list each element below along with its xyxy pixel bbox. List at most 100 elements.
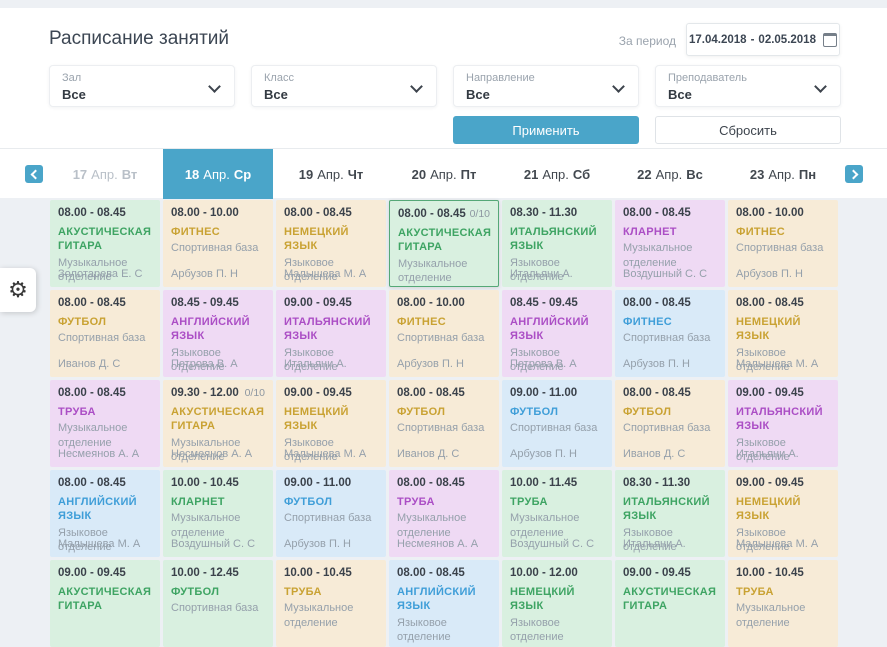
lesson-card[interactable]: 10.00 - 10.45КЛАРНЕТМузыкальное отделени… (163, 470, 273, 557)
lesson-card[interactable]: 08.00 - 08.45АКУСТИЧЕСКАЯ ГИТАРАМузыкаль… (50, 200, 160, 287)
lesson-card[interactable]: 08.00 - 10.00ФИТНЕССпортивная базаАрбузо… (163, 200, 273, 287)
lesson-time-row: 08.00 - 08.45 (58, 207, 152, 219)
lesson-teacher: Арбузов П. Н (397, 358, 464, 370)
lesson-time-row: 08.00 - 08.45 (397, 477, 491, 489)
lesson-card[interactable]: 09.30 - 12.000/10АКУСТИЧЕСКАЯ ГИТАРАМузы… (163, 380, 273, 467)
lesson-subject: КЛАРНЕТ (623, 225, 717, 239)
lesson-time: 09.00 - 09.45 (736, 477, 804, 489)
lesson-card[interactable]: 08.00 - 10.00ФИТНЕССпортивная базаАрбузо… (728, 200, 838, 287)
date-to: 02.05.2018 (758, 34, 816, 46)
lesson-card[interactable]: 08.00 - 08.45ФУТБОЛСпортивная базаИванов… (50, 290, 160, 377)
lesson-location: Спортивная база (171, 601, 265, 615)
lesson-card[interactable]: 08.45 - 09.45АНГЛИЙСКИЙ ЯЗЫКЯзыковое отд… (502, 290, 612, 377)
day-date: 23 (750, 167, 764, 182)
lesson-card[interactable]: 08.00 - 08.45ТРУБАМузыкальное отделениеН… (50, 380, 160, 467)
lesson-subject: АНГЛИЙСКИЙ ЯЗЫК (397, 585, 491, 614)
settings-button[interactable]: ⚙ (0, 268, 36, 312)
day-tab-19[interactable]: 19Апр.Чт (276, 149, 386, 199)
gear-icon: ⚙ (8, 279, 28, 301)
lesson-time: 10.00 - 11.45 (510, 477, 577, 489)
lesson-time: 09.00 - 09.45 (284, 297, 352, 309)
lesson-time: 10.00 - 10.45 (171, 477, 239, 489)
lesson-teacher: Малышева М. А (736, 358, 818, 370)
lesson-card[interactable]: 09.00 - 09.45ИТАЛЬЯНСКИЙ ЯЗЫКЯзыковое от… (276, 290, 386, 377)
lesson-card[interactable]: 08.00 - 08.450/10АКУСТИЧЕСКАЯ ГИТАРАМузы… (389, 200, 499, 287)
lesson-subject: АКУСТИЧЕСКАЯ ГИТАРА (623, 585, 717, 614)
schedule-grid: 08.00 - 08.45АКУСТИЧЕСКАЯ ГИТАРАМузыкаль… (50, 200, 838, 647)
lesson-card[interactable]: 08.30 - 11.30ИТАЛЬЯНСКИЙ ЯЗЫКЯзыковое от… (502, 200, 612, 287)
reset-button[interactable]: Сбросить (655, 116, 841, 144)
day-tab-17[interactable]: 17Апр.Вт (50, 149, 160, 199)
filter-3[interactable]: НаправлениеВсе (453, 65, 639, 107)
lesson-teacher: Иванов Д. С (623, 448, 685, 460)
lesson-subject: ТРУБА (736, 585, 830, 599)
day-month: Апр. (430, 167, 457, 182)
day-month: Апр. (203, 167, 230, 182)
lesson-card[interactable]: 09.00 - 09.45НЕМЕЦКИЙ ЯЗЫКЯзыковое отдел… (728, 470, 838, 557)
lesson-subject: ИТАЛЬЯНСКИЙ ЯЗЫК (284, 315, 378, 344)
lesson-time: 09.00 - 11.00 (510, 387, 577, 399)
apply-button[interactable]: Применить (453, 116, 639, 144)
lesson-location: Спортивная база (58, 331, 152, 345)
day-weekday: Сб (573, 167, 590, 182)
lesson-card[interactable]: 08.45 - 09.45АНГЛИЙСКИЙ ЯЗЫКЯзыковое отд… (163, 290, 273, 377)
calendar-icon (823, 33, 837, 47)
lesson-card[interactable]: 10.00 - 10.45ТРУБАМузыкальное отделение (276, 560, 386, 647)
lesson-subject: АКУСТИЧЕСКАЯ ГИТАРА (58, 585, 152, 614)
lesson-location: Языковое отделение (397, 616, 491, 645)
lesson-card[interactable]: 09.00 - 11.00ФУТБОЛСпортивная базаАрбузо… (276, 470, 386, 557)
lesson-card[interactable]: 09.00 - 09.45АКУСТИЧЕСКАЯ ГИТАРА (615, 560, 725, 647)
filter-1[interactable]: ЗалВсе (49, 65, 235, 107)
lesson-card[interactable]: 08.00 - 08.45НЕМЕЦКИЙ ЯЗЫКЯзыковое отдел… (276, 200, 386, 287)
lesson-time-row: 09.00 - 09.45 (284, 387, 378, 399)
lesson-subject: ФИТНЕС (397, 315, 491, 329)
next-day-button[interactable] (845, 165, 863, 183)
lesson-time: 08.45 - 09.45 (171, 297, 239, 309)
lesson-time-row: 09.00 - 09.45 (58, 567, 152, 579)
lesson-teacher: Малышева М. А (736, 538, 818, 550)
lesson-time: 08.00 - 08.45 (58, 297, 126, 309)
prev-day-button[interactable] (25, 165, 43, 183)
capacity-badge: 0/10 (470, 208, 490, 220)
day-month: Апр. (656, 167, 683, 182)
lesson-card[interactable]: 09.00 - 09.45ИТАЛЬЯНСКИЙ ЯЗЫКЯзыковое от… (728, 380, 838, 467)
filter-label: Зал (62, 72, 222, 85)
date-range-picker[interactable]: 17.04.2018 - 02.05.2018 (686, 23, 840, 56)
lesson-card[interactable]: 08.00 - 08.45КЛАРНЕТМузыкальное отделени… (615, 200, 725, 287)
lesson-subject: ФУТБОЛ (623, 405, 717, 419)
lesson-card[interactable]: 10.00 - 10.45ТРУБАМузыкальное отделение (728, 560, 838, 647)
day-tab-21[interactable]: 21Апр.Сб (502, 149, 612, 199)
lesson-card[interactable]: 08.00 - 08.45НЕМЕЦКИЙ ЯЗЫКЯзыковое отдел… (728, 290, 838, 377)
lesson-card[interactable]: 08.00 - 08.45ФУТБОЛСпортивная базаИванов… (389, 380, 499, 467)
lesson-card[interactable]: 09.00 - 11.00ФУТБОЛСпортивная базаАрбузо… (502, 380, 612, 467)
day-tab-20[interactable]: 20Апр.Пт (389, 149, 499, 199)
lesson-teacher: Золотарева Е. С (58, 268, 143, 280)
lesson-subject: ТРУБА (510, 495, 604, 509)
lesson-card[interactable]: 09.00 - 09.45НЕМЕЦКИЙ ЯЗЫКЯзыковое отдел… (276, 380, 386, 467)
capacity-badge: 0/10 (245, 387, 265, 399)
filter-2[interactable]: КлассВсе (251, 65, 437, 107)
day-date: 21 (524, 167, 538, 182)
lesson-card[interactable]: 08.00 - 08.45ФУТБОЛСпортивная базаИванов… (615, 380, 725, 467)
lesson-card[interactable]: 09.00 - 09.45 АКУСТИЧЕСКАЯ ГИТАРА (50, 560, 160, 647)
lesson-teacher: Итальяни А. (623, 538, 686, 550)
lesson-card[interactable]: 08.00 - 08.45ТРУБАМузыкальное отделениеН… (389, 470, 499, 557)
lesson-card[interactable]: 10.00 - 12.00НЕМЕЦКИЙ ЯЗЫКЯзыковое отдел… (502, 560, 612, 647)
lesson-subject: ФИТНЕС (623, 315, 717, 329)
lesson-card[interactable]: 08.00 - 10.00ФИТНЕССпортивная базаАрбузо… (389, 290, 499, 377)
lesson-subject: ФУТБОЛ (58, 315, 152, 329)
day-tab-18[interactable]: 18Апр.Ср (163, 149, 273, 199)
lesson-card[interactable]: 08.30 - 11.30ИТАЛЬЯНСКИЙ ЯЗЫКЯзыковое от… (615, 470, 725, 557)
day-tab-23[interactable]: 23Апр.Пн (728, 149, 838, 199)
lesson-card[interactable]: 08.00 - 08.45АНГЛИЙСКИЙ ЯЗЫКЯзыковое отд… (50, 470, 160, 557)
lesson-subject: АКУСТИЧЕСКАЯ ГИТАРА (398, 226, 490, 255)
lesson-card[interactable]: 10.00 - 11.45ТРУБАМузыкальное отделениеВ… (502, 470, 612, 557)
lesson-card[interactable]: 08.00 - 08.45ФИТНЕССпортивная базаАрбузо… (615, 290, 725, 377)
filter-selected-value: Все (668, 87, 828, 102)
lesson-card[interactable]: 08.00 - 08.45АНГЛИЙСКИЙ ЯЗЫКЯзыковое отд… (389, 560, 499, 647)
lesson-time-row: 08.00 - 08.45 (58, 297, 152, 309)
lesson-card[interactable]: 10.00 - 12.45ФУТБОЛСпортивная база (163, 560, 273, 647)
filter-4[interactable]: ПреподавательВсе (655, 65, 841, 107)
day-tab-22[interactable]: 22Апр.Вс (615, 149, 725, 199)
lesson-location: Языковое отделение (510, 616, 604, 645)
